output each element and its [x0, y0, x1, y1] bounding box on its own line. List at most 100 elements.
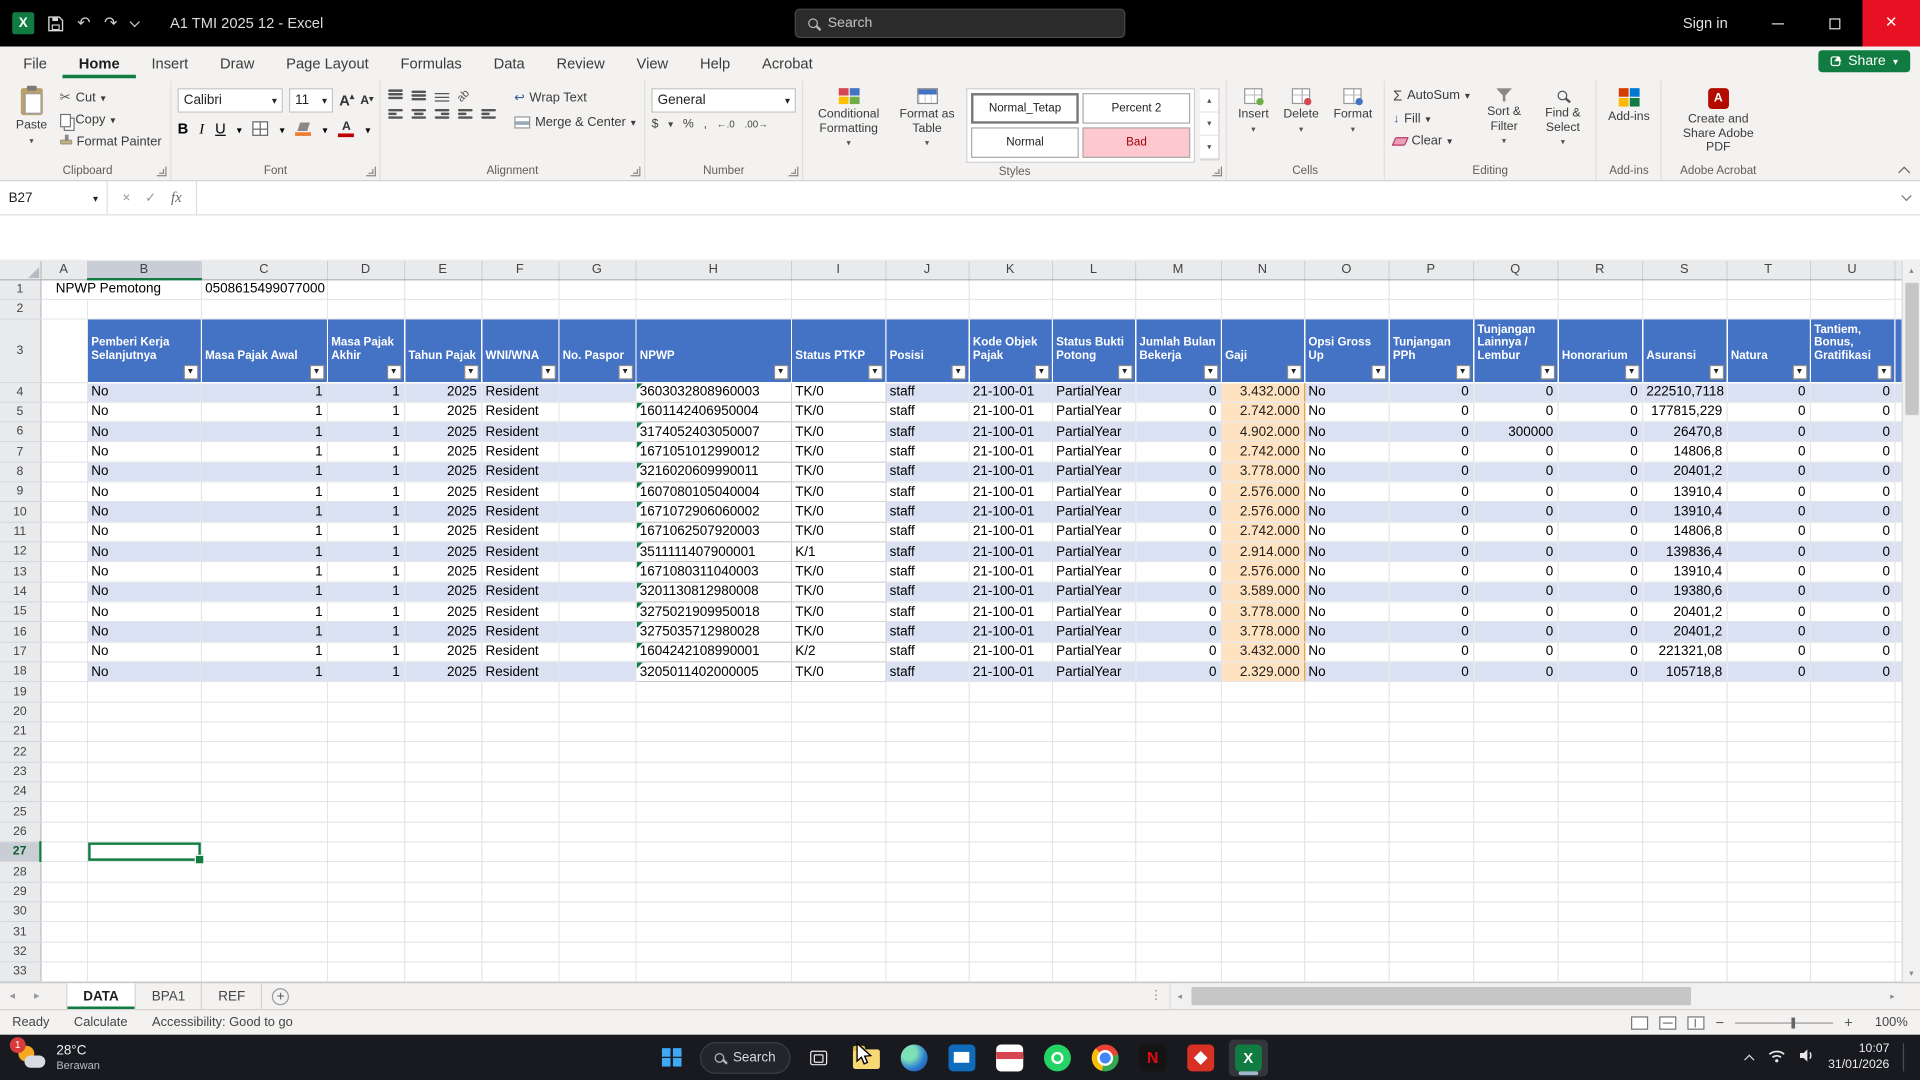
cell-E10[interactable]: 2025: [404, 502, 481, 522]
cell-B8[interactable]: No: [87, 462, 201, 482]
cell-L6[interactable]: PartialYear: [1052, 422, 1135, 442]
cell-I1[interactable]: [791, 279, 885, 299]
cell-L22[interactable]: [1052, 742, 1135, 762]
tab-page-layout[interactable]: Page Layout: [270, 47, 384, 79]
cell-J26[interactable]: [885, 822, 968, 842]
cell-F15[interactable]: Resident: [481, 602, 558, 622]
cell-F4[interactable]: Resident: [481, 382, 558, 402]
cell-L2[interactable]: [1052, 299, 1135, 319]
cell-A6[interactable]: [40, 422, 87, 442]
cell-E22[interactable]: [404, 742, 481, 762]
cell-Q22[interactable]: [1473, 742, 1557, 762]
cell-L10[interactable]: PartialYear: [1052, 502, 1135, 522]
cell-L16[interactable]: PartialYear: [1052, 622, 1135, 642]
cell-O10[interactable]: No: [1304, 502, 1388, 522]
cell-Q28[interactable]: [1473, 862, 1557, 882]
cell-G2[interactable]: [558, 299, 635, 319]
cell-Q11[interactable]: 0: [1473, 522, 1557, 542]
cell-C7[interactable]: 1: [201, 442, 327, 462]
cell-Q23[interactable]: [1473, 762, 1557, 782]
sheet-tab-bpa1[interactable]: BPA1: [136, 983, 203, 1009]
cell-I4[interactable]: TK/0: [791, 382, 885, 402]
cell-S15[interactable]: 20401,2: [1642, 602, 1726, 622]
cell-style-bad[interactable]: Bad: [1083, 127, 1191, 158]
cell-O31[interactable]: [1304, 922, 1388, 942]
top-align-icon[interactable]: [387, 88, 404, 103]
cell-R19[interactable]: [1558, 682, 1642, 702]
cell-U28[interactable]: [1810, 862, 1894, 882]
cell-C13[interactable]: 1: [201, 562, 327, 582]
cell-Q9[interactable]: 0: [1473, 482, 1557, 502]
cell-M8[interactable]: 0: [1135, 462, 1221, 482]
col-header-B[interactable]: B: [87, 261, 201, 279]
cell-I29[interactable]: [791, 882, 885, 902]
cell-K18[interactable]: 21-100-01: [969, 662, 1052, 682]
filter-button-H[interactable]: [773, 364, 788, 379]
cell-T20[interactable]: [1727, 702, 1810, 722]
page-break-view-icon[interactable]: [1687, 1016, 1704, 1029]
comma-style-icon[interactable]: ,: [704, 118, 707, 131]
cell-C2[interactable]: [201, 299, 327, 319]
cell-N32[interactable]: [1221, 942, 1304, 962]
cell-K1[interactable]: [969, 279, 1052, 299]
merge-center-button[interactable]: Merge & Center: [512, 113, 638, 133]
cell-F23[interactable]: [481, 762, 558, 782]
cell-J24[interactable]: [885, 782, 968, 802]
cell-Q24[interactable]: [1473, 782, 1557, 802]
cell-P4[interactable]: 0: [1389, 382, 1473, 402]
name-box[interactable]: B27: [0, 181, 108, 214]
cell-Q17[interactable]: 0: [1473, 642, 1557, 662]
cell-K23[interactable]: [969, 762, 1052, 782]
cell-E15[interactable]: 2025: [404, 602, 481, 622]
table-header-O[interactable]: Opsi Gross Up: [1304, 318, 1388, 382]
font-size-combo[interactable]: 11: [289, 88, 333, 112]
cell-G14[interactable]: [558, 582, 635, 602]
number-dialog-launcher[interactable]: [789, 167, 799, 177]
cell-R18[interactable]: 0: [1558, 662, 1642, 682]
cell-I19[interactable]: [791, 682, 885, 702]
row-header-1[interactable]: 1: [0, 279, 40, 299]
fill-color-icon[interactable]: [296, 122, 312, 135]
cell-C33[interactable]: [201, 962, 327, 982]
col-header-G[interactable]: G: [558, 261, 635, 279]
col-header-H[interactable]: H: [636, 261, 792, 279]
cell-D11[interactable]: 1: [327, 522, 404, 542]
table-header-G[interactable]: No. Paspor: [558, 318, 635, 382]
cell-E21[interactable]: [404, 722, 481, 742]
cell-N15[interactable]: 3.778.000: [1221, 602, 1304, 622]
cell-D21[interactable]: [327, 722, 404, 742]
cell-C19[interactable]: [201, 682, 327, 702]
cell-Q27[interactable]: [1473, 842, 1557, 862]
cell-N2[interactable]: [1221, 299, 1304, 319]
cell-M23[interactable]: [1135, 762, 1221, 782]
cell-Q7[interactable]: 0: [1473, 442, 1557, 462]
col-header-I[interactable]: I: [791, 261, 885, 279]
cell-U33[interactable]: [1810, 962, 1894, 982]
cell-G28[interactable]: [558, 862, 635, 882]
cell-P15[interactable]: 0: [1389, 602, 1473, 622]
cell-N28[interactable]: [1221, 862, 1304, 882]
cell-A24[interactable]: [40, 782, 87, 802]
filter-button-P[interactable]: [1455, 364, 1470, 379]
decrease-font-icon[interactable]: A: [360, 94, 373, 107]
cell-E24[interactable]: [404, 782, 481, 802]
vscroll-thumb[interactable]: [1905, 283, 1918, 415]
tab-data[interactable]: Data: [478, 47, 541, 79]
col-header-S[interactable]: S: [1642, 261, 1726, 279]
cell-D2[interactable]: [327, 299, 404, 319]
cell-C10[interactable]: 1: [201, 502, 327, 522]
cell-N20[interactable]: [1221, 702, 1304, 722]
cell-K32[interactable]: [969, 942, 1052, 962]
cell-F30[interactable]: [481, 902, 558, 922]
col-header-M[interactable]: M: [1135, 261, 1221, 279]
cell-K22[interactable]: [969, 742, 1052, 762]
cell-S7[interactable]: 14806,8: [1642, 442, 1726, 462]
task-view-button[interactable]: [799, 1039, 838, 1076]
cell-U32[interactable]: [1810, 942, 1894, 962]
col-header-F[interactable]: F: [481, 261, 558, 279]
increase-indent-icon[interactable]: [480, 108, 497, 123]
cell-N9[interactable]: 2.576.000: [1221, 482, 1304, 502]
cell-T31[interactable]: [1727, 922, 1810, 942]
cell-B16[interactable]: No: [87, 622, 201, 642]
cell-N13[interactable]: 2.576.000: [1221, 562, 1304, 582]
